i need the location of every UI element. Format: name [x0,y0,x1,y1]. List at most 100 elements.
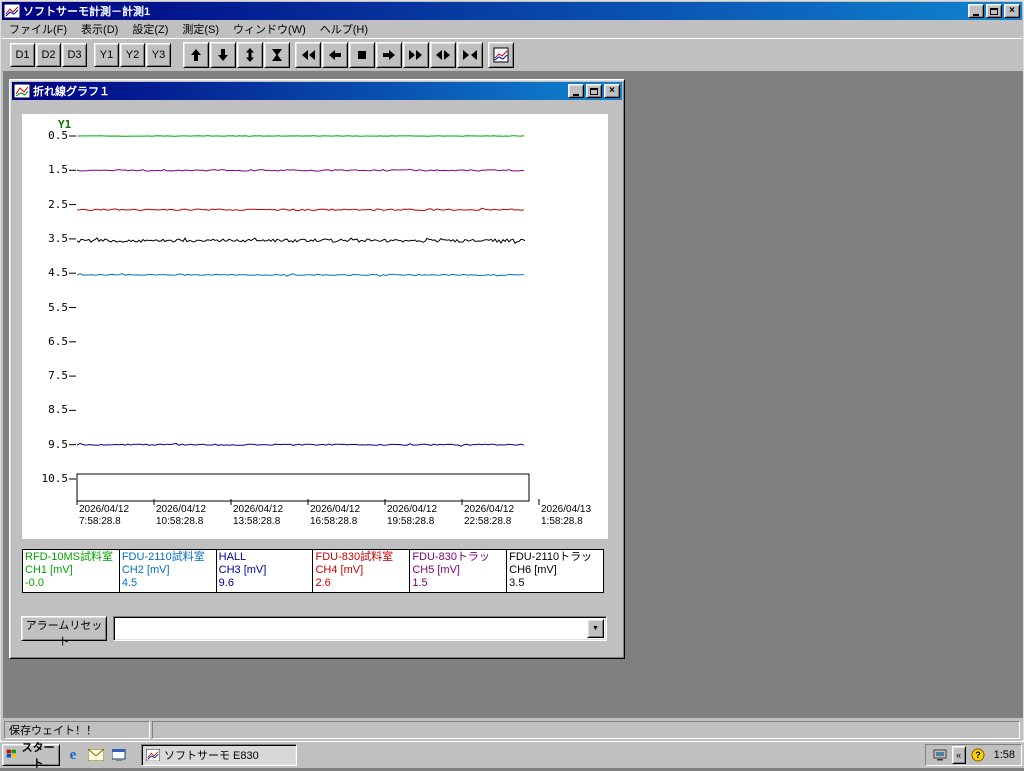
task-app-icon [145,748,161,762]
chart-area: Y1 0.5 1.5 2.5 3.5 4.5 5.5 6.5 7.5 8.5 9.5 10.5 20… [22,114,608,539]
combobox-dropdown-button[interactable]: ▼ [587,619,604,638]
y-axis-tick-label: 3.5 [48,231,68,245]
tray-alert-question-icon[interactable]: ? [970,747,986,763]
up-down-arrow-button[interactable] [237,42,263,68]
x-axis-tick-label: 2026/04/12 7:58:28.8 [79,504,130,527]
collapse-horizontal-button[interactable] [457,42,483,68]
y-axis-tick-label: 5.5 [48,300,68,314]
toolbar-button-d2[interactable]: D2 [36,43,61,67]
toolbar: D1 D2 D3 Y1 Y2 Y3 [2,38,1022,71]
graph-minimize-button[interactable] [568,84,584,98]
x-axis-tick-label: 2026/04/12 10:58:28.8 [156,504,207,527]
minimize-icon [973,13,979,16]
legend-channel-label: CH3 [mV] [218,564,267,576]
legend-channel-name: RFD-10MS試料室 [25,551,114,563]
collapse-horizontal-icon [463,50,477,60]
menu-file[interactable]: ファイル(F) [2,19,74,39]
fast-forward-button[interactable] [403,42,429,68]
svg-text:?: ? [975,750,981,760]
series-line-ch6 [76,237,526,245]
menu-settings[interactable]: 設定(Z) [125,19,175,39]
app-titlebar[interactable]: ソフトサーモ計測－計測1 × [2,2,1022,20]
alarm-reset-button[interactable]: アラームリセット [21,616,107,648]
maximize-button[interactable] [986,4,1002,18]
legend-cell-ch2: FDU-2110試料室 CH2 [mV] 4.5 [120,550,217,592]
start-button[interactable]: スタート [2,742,60,770]
y-axis-tick-label: 9.5 [48,437,68,451]
legend-cell-ch1: RFD-10MS試料室 CH1 [mV] -0.0 [23,550,120,592]
chevron-down-icon: ▼ [592,625,599,632]
toolbar-button-d1[interactable]: D1 [10,43,35,67]
menu-view[interactable]: 表示(D) [74,19,125,39]
legend-cell-ch6: FDU-2110トラッ CH6 [mV] 3.5 [507,550,603,592]
right-arrow-icon [383,50,395,60]
y-axis-tick-label: 10.5 [41,472,69,485]
graph-close-button[interactable]: × [604,84,620,98]
maximize-icon [590,87,598,95]
system-tray: « ? 1:58 [924,744,1022,766]
tray-device-icon[interactable] [932,747,948,763]
chevron-left-icon: « [956,750,962,760]
alarm-combobox[interactable]: ▼ [113,616,607,641]
graph-maximize-button[interactable] [586,84,602,98]
up-arrow-button[interactable] [183,42,209,68]
x-axis-tick-label: 2026/04/13 1:58:28.8 [541,504,592,527]
legend-channel-name: FDU-830試料室 [315,551,394,563]
legend-channel-name: FDU-2110試料室 [121,551,205,563]
legend-channel-name: FDU-2110トラッ [509,551,593,563]
status-message: 保存ウェイト！！ [4,720,150,739]
legend-channel-value: 4.5 [121,577,138,589]
chart-icon [493,47,509,63]
taskbar: スタート e ソフトサーモ E830 « ? 1:58 [0,741,1024,770]
down-arrow-icon [218,49,228,61]
chart-button[interactable] [488,42,514,68]
x-axis-tick-label: 2026/04/12 16:58:28.8 [310,504,361,527]
fast-rewind-button[interactable] [295,42,321,68]
legend-channel-name: HALL [218,551,247,563]
step-forward-button[interactable] [376,42,402,68]
start-label: スタート [21,742,55,770]
y-axis-tick-label: 7.5 [48,369,68,383]
expand-horizontal-button[interactable] [430,42,456,68]
taskbar-clock[interactable]: 1:58 [990,749,1015,761]
legend-channel-value: -0.0 [25,577,44,589]
legend-channel-label: CH2 [mV] [121,564,170,576]
tray-collapse-chevron-button[interactable]: « [951,746,966,764]
series-line-ch1 [77,135,525,137]
show-desktop-icon[interactable] [109,745,129,765]
y-axis-tick-label: 2.5 [48,197,68,211]
legend-channel-value: 2.6 [315,577,331,589]
application-window: ソフトサーモ計測－計測1 × ファイル(F) 表示(D) 設定(Z) 測定(S)… [0,0,1024,741]
toolbar-button-y3[interactable]: Y3 [146,43,171,67]
stop-button[interactable] [349,42,375,68]
series-line-ch3 [76,442,525,447]
toolbar-button-d3[interactable]: D3 [62,43,87,67]
minimize-button[interactable] [968,4,984,18]
internet-explorer-icon[interactable]: e [63,745,83,765]
y-axis-tick-label: 6.5 [48,334,68,348]
windows-logo-icon [6,749,17,762]
left-arrow-icon [329,50,341,60]
stop-icon [358,51,366,59]
y-axis-tick-label: 0.5 [48,129,68,142]
graph-window-title: 折れ線グラフ１ [33,86,110,98]
menu-measure[interactable]: 測定(S) [175,19,226,39]
channel-legend-table: RFD-10MS試料室 CH1 [mV] -0.0 FDU-2110試料室 CH2 [m… [22,549,604,593]
outlook-express-icon[interactable] [86,745,106,765]
menu-window[interactable]: ウィンドウ(W) [226,19,313,39]
series-line-ch2 [76,273,525,277]
task-button-softthermo[interactable]: ソフトサーモ E830 [141,744,297,766]
close-icon: × [1009,5,1015,16]
menu-help[interactable]: ヘルプ(H) [313,19,375,39]
legend-channel-label: CH1 [mV] [25,564,73,576]
task-button-label: ソフトサーモ E830 [164,750,259,762]
graph-window-titlebar[interactable]: 折れ線グラフ１ × [12,82,622,100]
legend-channel-label: CH6 [mV] [509,564,557,576]
toolbar-button-y1[interactable]: Y1 [94,43,119,67]
toolbar-button-y2[interactable]: Y2 [120,43,145,67]
step-back-button[interactable] [322,42,348,68]
hourglass-button[interactable] [264,42,290,68]
down-arrow-button[interactable] [210,42,236,68]
close-button[interactable]: × [1004,4,1020,18]
series-line-ch4 [76,207,525,212]
